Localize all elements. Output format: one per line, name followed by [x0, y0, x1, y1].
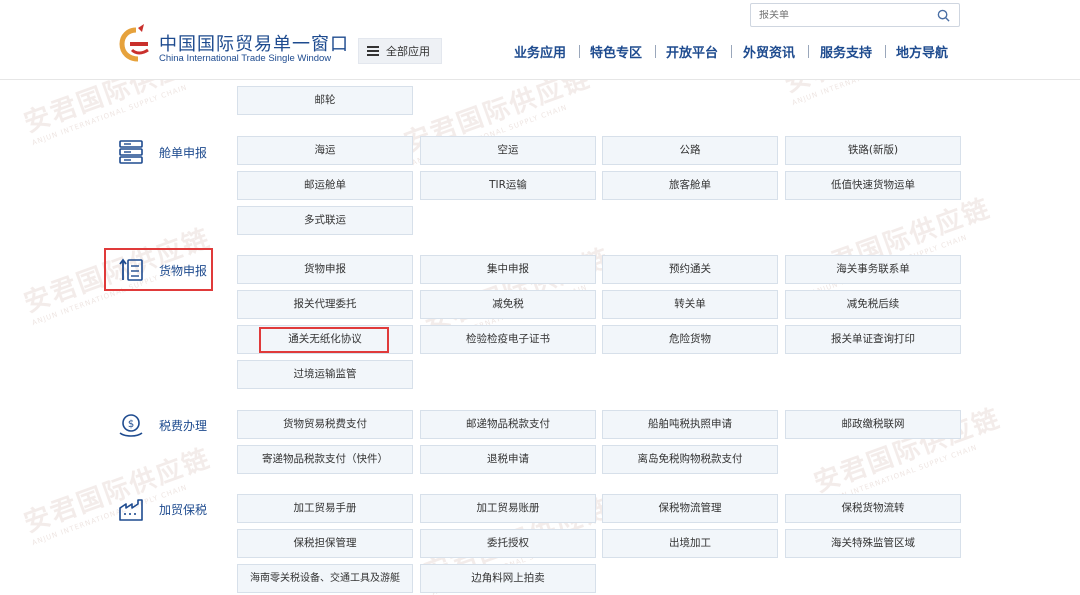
app-button-passenger-manifest[interactable]: 旅客舱单: [602, 171, 778, 200]
nav-trade-news[interactable]: 外贸资讯: [743, 42, 795, 61]
app-button-tonnage[interactable]: 船舶吨税执照申请: [602, 410, 778, 439]
all-apps-button[interactable]: 全部应用: [358, 38, 442, 64]
app-button-mail-ship[interactable]: 邮轮: [237, 86, 413, 115]
app-button-bonded-transfer[interactable]: 保税货物流转: [785, 494, 961, 523]
search-icon[interactable]: [937, 9, 950, 22]
app-button-transit-doc[interactable]: 转关单: [602, 290, 778, 319]
app-button-processing-manual[interactable]: 加工贸易手册: [237, 494, 413, 523]
app-button-bonded-logistics[interactable]: 保税物流管理: [602, 494, 778, 523]
app-button-special-zone[interactable]: 海关特殊监管区域: [785, 529, 961, 558]
nav-local[interactable]: 地方导航: [896, 42, 948, 61]
category-label: 税费办理: [159, 418, 208, 433]
app-button-road[interactable]: 公路: [602, 136, 778, 165]
app-button-pre-clearance[interactable]: 预约通关: [602, 255, 778, 284]
app-button-entrust[interactable]: 委托授权: [420, 529, 596, 558]
factory-icon: [119, 499, 143, 521]
paperless-highlight-box: [259, 327, 389, 353]
all-apps-label: 全部应用: [386, 45, 430, 58]
app-button-low-value[interactable]: 低值快速货物运单: [785, 171, 961, 200]
goods-highlight-box: [104, 248, 213, 291]
app-button-dangerous[interactable]: 危险货物: [602, 325, 778, 354]
app-button-hainan-zero[interactable]: 海南零关税设备、交通工具及游艇: [237, 564, 413, 593]
app-button-post-tax-network[interactable]: 邮政缴税联网: [785, 410, 961, 439]
app-button-outbound-processing[interactable]: 出境加工: [602, 529, 778, 558]
app-button-refund[interactable]: 退税申请: [420, 445, 596, 474]
app-button-mail-tax-pay[interactable]: 寄递物品税款支付（快件）: [237, 445, 413, 474]
category-tax[interactable]: $ 税费办理: [117, 410, 207, 440]
nav-divider: [579, 45, 580, 58]
category-label: 舱单申报: [159, 145, 208, 160]
search-input[interactable]: [751, 9, 926, 21]
app-button-inspection-cert[interactable]: 检验检疫电子证书: [420, 325, 596, 354]
app-button-post-tax-pay[interactable]: 邮递物品税款支付: [420, 410, 596, 439]
app-button-agency[interactable]: 报关代理委托: [237, 290, 413, 319]
app-button-island-dutyfree[interactable]: 离岛免税购物税款支付: [602, 445, 778, 474]
nav-special[interactable]: 特色专区: [590, 42, 642, 61]
app-button-tax-reduction-follow[interactable]: 减免税后续: [785, 290, 961, 319]
app-button-transit-supervision[interactable]: 过境运输监管: [237, 360, 413, 389]
svg-text:$: $: [128, 419, 134, 430]
app-button-air[interactable]: 空运: [420, 136, 596, 165]
tax-coin-icon: $: [119, 414, 143, 437]
manifest-server-icon: [119, 140, 143, 164]
search-box: [750, 3, 960, 27]
app-button-bonded-guarantee[interactable]: 保税担保管理: [237, 529, 413, 558]
single-window-logo-icon[interactable]: [118, 24, 154, 64]
menu-icon: [367, 46, 379, 56]
app-button-rail[interactable]: 铁路(新版): [785, 136, 961, 165]
app-button-post-manifest[interactable]: 邮运舱单: [237, 171, 413, 200]
nav-divider: [731, 45, 732, 58]
category-manifest[interactable]: 舱单申报: [117, 137, 207, 167]
category-bonded[interactable]: 加贸保税: [117, 494, 207, 524]
app-button-customs-contact[interactable]: 海关事务联系单: [785, 255, 961, 284]
app-button-processing-account[interactable]: 加工贸易账册: [420, 494, 596, 523]
app-button-scrap-auction[interactable]: 边角料网上拍卖: [420, 564, 596, 593]
app-button-declaration-print[interactable]: 报关单证查询打印: [785, 325, 961, 354]
nav-divider: [885, 45, 886, 58]
category-label: 加贸保税: [159, 502, 208, 517]
nav-business[interactable]: 业务应用: [514, 42, 566, 61]
app-button-multimodal[interactable]: 多式联运: [237, 206, 413, 235]
app-button-sea[interactable]: 海运: [237, 136, 413, 165]
site-subtitle: China International Trade Single Window: [159, 53, 332, 64]
nav-divider: [655, 45, 656, 58]
app-button-centralized[interactable]: 集中申报: [420, 255, 596, 284]
nav-support[interactable]: 服务支持: [820, 42, 872, 61]
site-header: 中国国际贸易单一窗口 China International Trade Sin…: [0, 0, 1080, 80]
app-button-goods-tax-pay[interactable]: 货物贸易税费支付: [237, 410, 413, 439]
app-button-goods-declare[interactable]: 货物申报: [237, 255, 413, 284]
nav-divider: [808, 45, 809, 58]
app-button-tax-reduction[interactable]: 减免税: [420, 290, 596, 319]
app-button-tir[interactable]: TIR运输: [420, 171, 596, 200]
nav-open-platform[interactable]: 开放平台: [666, 42, 718, 61]
watermark: 安君国际供应链ANJUN INTERNATIONAL SUPPLY CHAIN: [20, 443, 215, 548]
